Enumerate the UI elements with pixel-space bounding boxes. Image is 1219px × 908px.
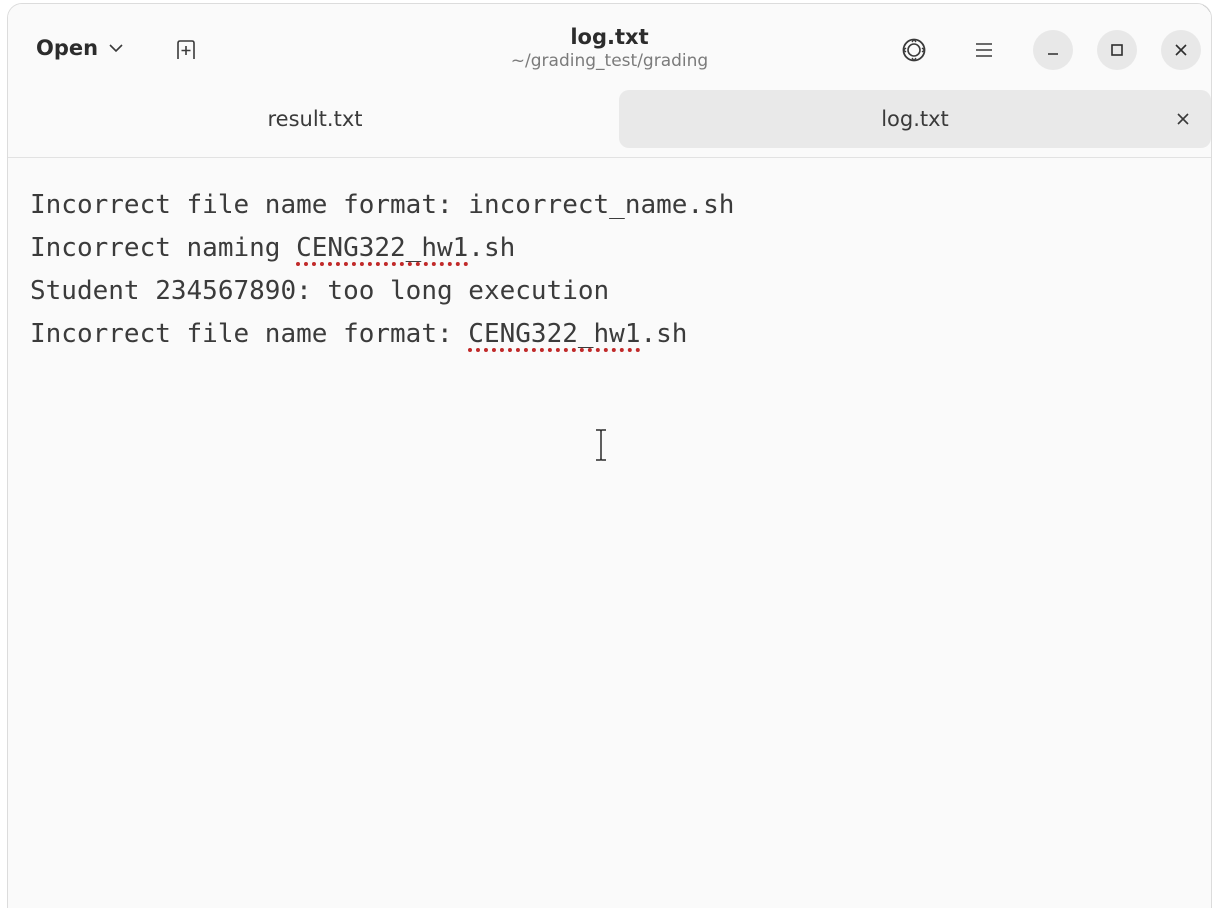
text-editor-area[interactable]: Incorrect file name format: incorrect_na…: [8, 158, 1211, 908]
minimize-button[interactable]: [1033, 30, 1073, 70]
misspelled-word: CENG322_hw1: [296, 233, 469, 263]
tab-result-txt[interactable]: result.txt: [16, 90, 614, 148]
close-window-button[interactable]: [1161, 30, 1201, 70]
editor-line: Student 234567890: too long execution: [30, 270, 734, 313]
main-menu-button[interactable]: [966, 32, 1002, 68]
settings-button[interactable]: [896, 32, 932, 68]
line-text: Incorrect naming: [30, 233, 297, 263]
maximize-button[interactable]: [1097, 30, 1137, 70]
line-text: Incorrect file name format:: [30, 319, 469, 349]
line-text: Incorrect file name format: incorrect_na…: [30, 190, 735, 220]
window-subtitle: ~/grading_test/grading: [510, 51, 709, 71]
editor-line: Incorrect file name format: incorrect_na…: [30, 184, 734, 227]
editor-line: Incorrect file name format: CENG322_hw1.…: [30, 313, 734, 356]
title-block: log.txt ~/grading_test/grading: [8, 24, 1211, 72]
window-title: log.txt: [570, 25, 649, 49]
line-text: Student 234567890: too long execution: [30, 276, 610, 306]
line-text: .sh: [468, 233, 516, 263]
misspelled-word: CENG322_hw1: [468, 319, 641, 349]
editor-line: Incorrect naming CENG322_hw1.sh: [30, 227, 734, 270]
hamburger-menu-icon: [976, 43, 992, 57]
tab-label: result.txt: [267, 107, 363, 131]
line-text: .sh: [640, 319, 688, 349]
tab-close-button[interactable]: [1169, 105, 1197, 133]
maximize-icon: [1111, 44, 1123, 56]
tab-bar: result.txt log.txt: [8, 90, 1211, 158]
text-cursor-icon: [596, 429, 606, 461]
editor-lines: Incorrect file name format: incorrect_na…: [30, 184, 734, 356]
settings-icon: [902, 38, 926, 62]
minimize-icon: [1048, 53, 1058, 55]
text-editor-window: Open log.txt ~/grading_test/grading resu…: [8, 4, 1211, 908]
close-icon: [1175, 44, 1187, 56]
headerbar: Open log.txt ~/grading_test/grading: [8, 4, 1211, 90]
close-icon: [1177, 113, 1189, 125]
tab-label: log.txt: [881, 107, 949, 131]
tab-log-txt[interactable]: log.txt: [619, 90, 1211, 148]
